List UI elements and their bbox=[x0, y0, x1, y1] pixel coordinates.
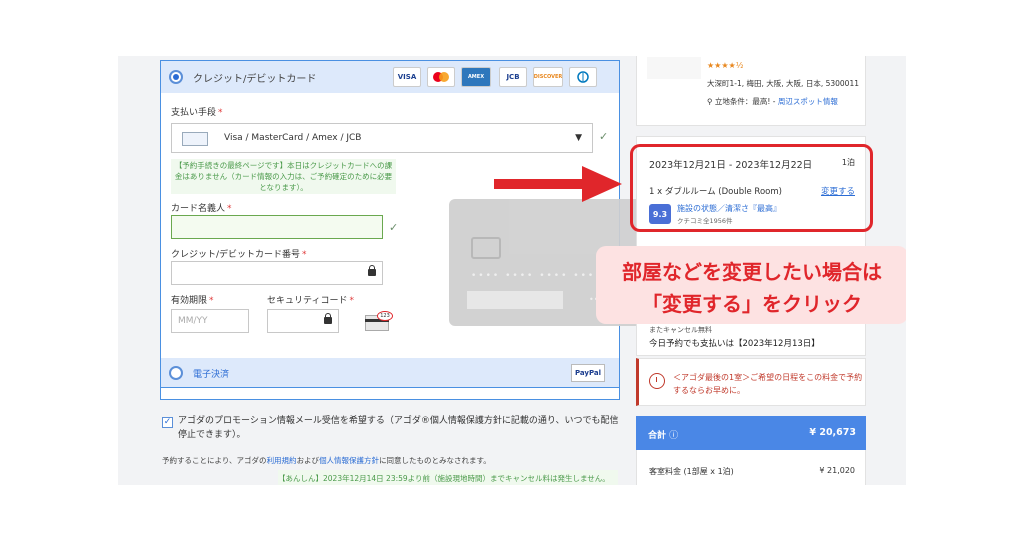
chip-icon bbox=[471, 237, 501, 259]
nearby-spots-link[interactable]: 周辺スポット情報 bbox=[778, 97, 838, 106]
ewallet-label: 電子決済 bbox=[193, 370, 230, 380]
red-arrow-icon bbox=[494, 166, 622, 202]
payment-method-label: 支払い手段 * bbox=[171, 108, 223, 118]
hotel-address: 大深町1-1, 梅田, 大阪, 大阪, 日本, 5300011 bbox=[707, 79, 859, 88]
card-number-label: クレジット/デビットカード番号 * bbox=[171, 250, 307, 260]
last-room-alert: ＜アゴダ最後の1室＞ご希望の日程をこの料金で予約するならお早めに。 bbox=[636, 358, 866, 406]
security-code-input[interactable] bbox=[267, 309, 339, 333]
cardholder-label: カード名義人 * bbox=[171, 204, 232, 214]
mastercard-logo-icon bbox=[427, 67, 455, 87]
free-cancel-hint: またキャンセル無料 bbox=[649, 326, 712, 334]
callout-line-1: 部屋などを変更したい場合は bbox=[622, 260, 882, 284]
total-bar: 合計 ⓘ ¥ 20,673 bbox=[636, 416, 866, 450]
star-rating-icon: ★★★★½ bbox=[707, 61, 744, 70]
expiry-placeholder: MM/YY bbox=[178, 316, 208, 326]
card-icon bbox=[182, 132, 208, 146]
card-option-label: クレジット/デビットカード bbox=[193, 74, 317, 85]
screenshot-frame: クレジット/デビットカード VISA AMEX JCB DISCOVER 支払い… bbox=[118, 56, 906, 485]
room-fee-label: 客室料金 (1部屋 x 1泊) bbox=[649, 467, 734, 476]
card-number-input[interactable] bbox=[171, 261, 383, 285]
card-option-radio[interactable] bbox=[169, 70, 183, 84]
checkmark-icon: ✓ bbox=[389, 221, 399, 234]
instruction-callout: 部屋などを変更したい場合は 「変更する」をクリック bbox=[596, 246, 906, 324]
hotel-location: ⚲ 立地条件：最高! - 周辺スポット情報 bbox=[707, 97, 838, 106]
checkmark-icon: ✓ bbox=[599, 130, 609, 143]
lock-icon bbox=[324, 313, 332, 325]
cvv-card-icon: 123 bbox=[365, 311, 393, 331]
security-code-label: セキュリティコード * bbox=[267, 296, 354, 306]
room-fee-value: ¥ 21,020 bbox=[819, 466, 855, 475]
expiry-label: 有効期限 * bbox=[171, 296, 214, 306]
card-payment-option[interactable]: クレジット/デビットカード VISA AMEX JCB DISCOVER bbox=[161, 61, 619, 93]
jcb-logo-icon: JCB bbox=[499, 67, 527, 87]
payment-date: 今日予約でも支払いは【2023年12月13日】 bbox=[649, 339, 820, 349]
ewallet-radio[interactable] bbox=[169, 366, 183, 380]
final-page-note: 【予約手続きの最終ページです】本日はクレジットカードへの課金はありません（カード… bbox=[171, 159, 396, 194]
terms-link[interactable]: 利用規約 bbox=[267, 456, 297, 465]
callout-line-2: 「変更する」をクリック bbox=[642, 292, 862, 316]
hotel-summary: ★★★★½ 大深町1-1, 梅田, 大阪, 大阪, 日本, 5300011 ⚲ … bbox=[636, 56, 866, 126]
paypal-logo-icon: PayPal bbox=[571, 364, 605, 382]
cancellation-note: 【あんしん】2023年12月14日 23:59より前（施設現地時間）までキャンセ… bbox=[278, 470, 618, 485]
total-value: ¥ 20,673 bbox=[809, 427, 856, 438]
hotel-thumbnail bbox=[647, 57, 701, 79]
amex-logo-icon: AMEX bbox=[461, 67, 491, 87]
clock-icon bbox=[649, 373, 665, 389]
info-icon[interactable]: ⓘ bbox=[669, 431, 678, 441]
promo-checkbox[interactable]: ✓ bbox=[162, 417, 173, 428]
visa-logo-icon: VISA bbox=[393, 67, 421, 87]
privacy-link[interactable]: 個人情報保護方針 bbox=[319, 456, 379, 465]
agreement-text: 予約することにより、アゴダの利用規約および個人情報保護方針に同意したものとみなさ… bbox=[162, 456, 491, 465]
promo-text: アゴダのプロモーション情報メール受信を希望する（アゴダ®個人情報保護方針に記載の… bbox=[178, 416, 619, 440]
payment-panel: クレジット/デビットカード VISA AMEX JCB DISCOVER 支払い… bbox=[160, 60, 652, 400]
lock-icon bbox=[368, 265, 376, 277]
total-label: 合計 ⓘ bbox=[648, 431, 679, 441]
cardholder-input[interactable] bbox=[171, 215, 383, 239]
diners-club-logo-icon bbox=[569, 67, 597, 87]
ewallet-option[interactable]: 電子決済 PayPal bbox=[160, 358, 620, 388]
payment-method-value: Visa / MasterCard / Amex / JCB bbox=[224, 133, 362, 143]
alert-text: ＜アゴダ最後の1室＞ご希望の日程をこの料金で予約するならお早めに。 bbox=[673, 373, 863, 395]
chevron-down-icon: ▼ bbox=[575, 133, 582, 143]
card-name-placeholder bbox=[467, 291, 563, 309]
highlight-outline bbox=[630, 144, 873, 232]
expiry-input[interactable]: MM/YY bbox=[171, 309, 249, 333]
discover-logo-icon: DISCOVER bbox=[533, 67, 563, 87]
location-pin-icon: ⚲ bbox=[707, 97, 715, 106]
room-fee-row: 客室料金 (1部屋 x 1泊) ¥ 21,020 bbox=[636, 450, 866, 485]
card-number-dots: •••• •••• •••• •••• bbox=[471, 271, 603, 281]
payment-method-select[interactable]: Visa / MasterCard / Amex / JCB ▼ bbox=[171, 123, 593, 153]
